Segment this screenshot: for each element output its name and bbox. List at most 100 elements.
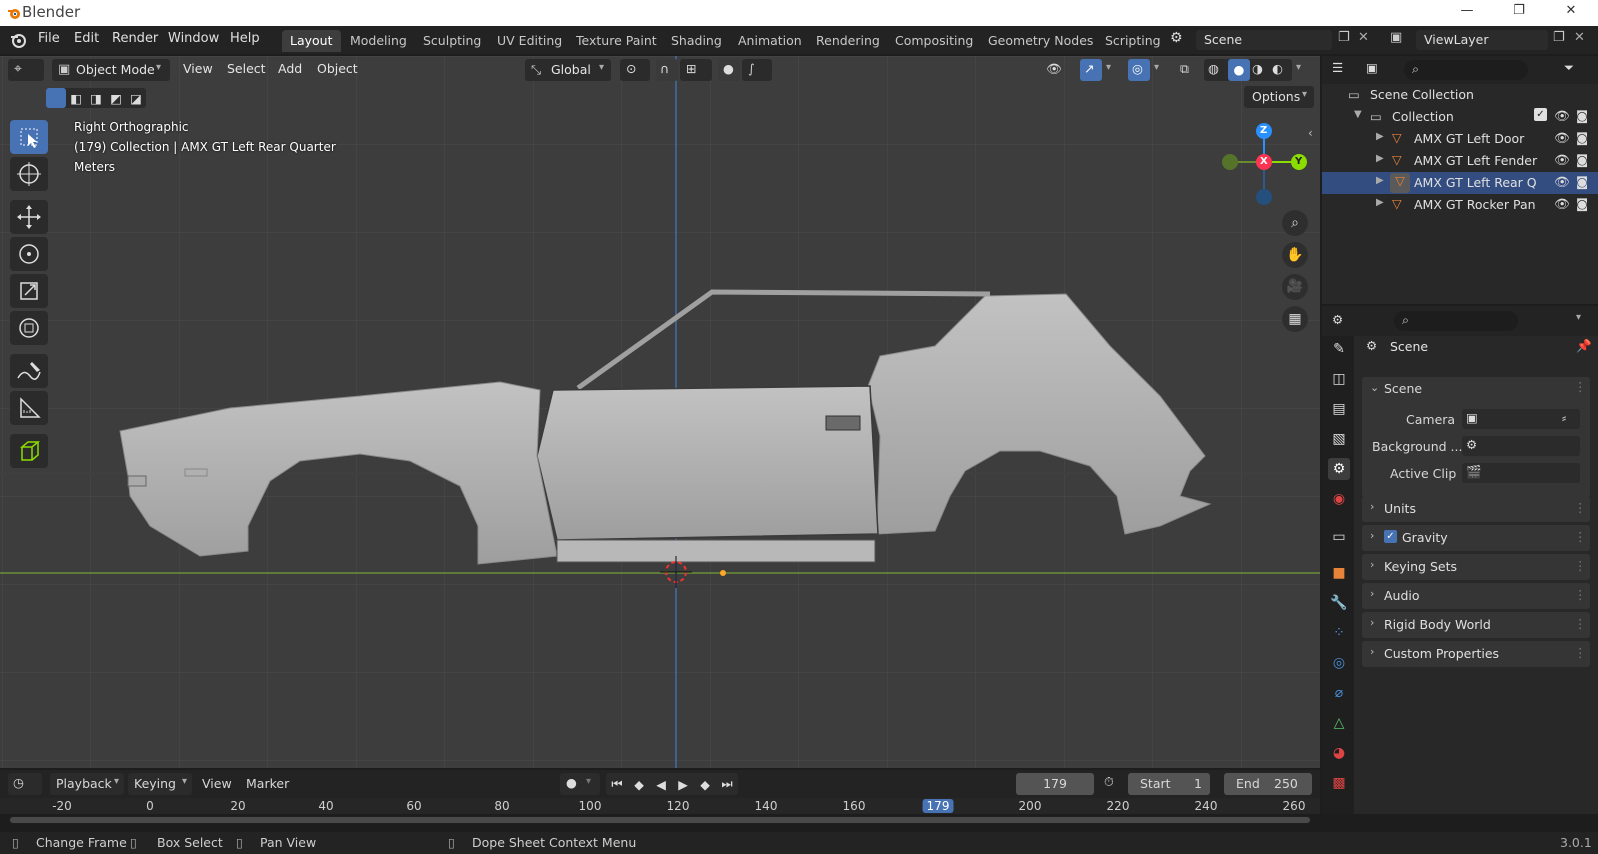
shading-mode-group[interactable]: ◍ ● ◑ ◐ [1204,59,1292,81]
navigation-gizmo[interactable] [1220,121,1320,221]
drag-handle-icon[interactable]: ⋮ [1574,587,1587,602]
grid-ortho-icon[interactable]: ▦ [1282,306,1308,332]
select-subtract-icon[interactable]: ◨ [86,91,106,106]
next-keyframe-icon[interactable]: ◆ [694,777,716,792]
pan-hand-icon[interactable]: ✋ [1282,242,1308,268]
tool-annotate[interactable] [10,354,48,388]
jump-start-icon[interactable]: ⏮ [606,776,628,792]
restore-button[interactable]: ❐ [1496,3,1542,23]
rigid-body-world-panel[interactable]: › Rigid Body World ⋮ [1362,612,1590,638]
outliner-object-left-fender[interactable]: ▶ ▽ AMX GT Left Fender 👁 ◙ [1322,150,1598,172]
display-mode-icon[interactable]: ▣ [1366,60,1378,75]
background-field[interactable]: ⚙ [1462,436,1580,456]
zoom-icon[interactable]: ⌕ [1282,210,1308,236]
new-scene-icon[interactable]: ❐ [1338,30,1350,45]
viewlayer-selector[interactable]: ViewLayer [1416,30,1548,50]
active-clip-field[interactable]: 🎬 [1462,463,1580,483]
outliner-collection[interactable]: ▼ ▭ Collection ✓ 👁 ◙ [1322,106,1598,128]
rendered-icon[interactable]: ◐ [1272,61,1283,76]
pivot-point-button[interactable]: ⊙ [620,59,650,81]
playhead-frame[interactable]: 179 [922,799,954,813]
data-tab-icon[interactable]: △ [1328,712,1350,734]
close-window-button[interactable]: ✕ [1548,3,1594,23]
remove-viewlayer-icon[interactable]: ✕ [1574,30,1585,45]
snap-toggle[interactable]: ∩ [656,59,678,81]
camera-view-icon[interactable]: 🎥 [1282,274,1308,300]
start-frame-field[interactable]: Start 1 [1128,773,1210,795]
camera-field[interactable]: ▣ ⸗ [1462,409,1580,429]
gravity-checkbox[interactable]: ✓ [1384,530,1397,543]
scene-tab-icon[interactable]: ⚙ [1328,458,1350,480]
menu-file[interactable]: File [38,31,60,46]
filter-icon[interactable]: ⏷ [1564,60,1574,76]
render-camera-icon[interactable]: ◙ [1576,152,1588,167]
gizmo-dropdown[interactable]: ▾ [1104,59,1118,81]
keying-sets-panel[interactable]: › Keying Sets ⋮ [1362,554,1590,580]
tool-select-box[interactable] [10,120,48,154]
gravity-panel[interactable]: › ✓ Gravity ⋮ [1362,525,1590,551]
prev-keyframe-icon[interactable]: ◆ [628,777,650,792]
audio-panel[interactable]: › Audio ⋮ [1362,583,1590,609]
remove-scene-icon[interactable]: ✕ [1358,30,1369,45]
options-dropdown[interactable]: Options ▾ [1244,86,1314,108]
constraints-tab-icon[interactable]: ⌀ [1328,682,1350,704]
drag-handle-icon[interactable]: ⋮ [1574,529,1587,544]
outliner-search-input[interactable]: ⌕ [1404,60,1528,80]
editor-type-button[interactable]: ⌖ [8,59,44,81]
wireframe-icon[interactable]: ◍ [1208,61,1219,76]
tool-move[interactable] [10,200,48,234]
menu-render[interactable]: Render [112,31,158,46]
visibility-filter-button[interactable]: 👁 [1042,59,1074,81]
drag-handle-icon[interactable]: ⋮ [1574,558,1587,573]
properties-editor-icon[interactable]: ⚙ [1332,312,1343,327]
keying-dropdown[interactable]: Keying ▾ [128,773,192,795]
timeline-ruler[interactable]: -20 0 20 40 60 80 100 120 140 160 179 20… [0,798,1320,814]
sidebar-toggle-icon[interactable]: ‹ [1308,126,1313,140]
mode-dropdown[interactable]: ▣ Object Mode ▾ [52,59,170,81]
select-new-icon[interactable] [46,88,66,108]
outliner-editor-icon[interactable]: ☰ [1332,60,1343,75]
play-reverse-icon[interactable]: ◀ [650,777,672,792]
minimize-button[interactable]: — [1444,3,1490,23]
drag-handle-icon[interactable]: ⋮ [1574,645,1587,660]
auto-keying-toggle[interactable]: ● ▾ [560,773,600,795]
scene-icon[interactable]: ⚙ [1170,30,1192,50]
tab-sculpting[interactable]: Sculpting [415,30,489,52]
expand-arrow-icon[interactable]: ▶ [1376,175,1384,186]
object-tab-icon[interactable]: ■ [1328,562,1350,584]
eye-icon[interactable]: 👁 [1554,196,1570,212]
drag-handle-icon[interactable]: ⋮ [1574,616,1587,631]
drag-handle-icon[interactable]: ⋮ [1574,500,1587,515]
render-tab-icon[interactable]: ◫ [1328,368,1350,390]
timeline-menu-marker[interactable]: Marker [246,776,289,791]
eye-icon[interactable]: 👁 [1554,152,1570,168]
jump-end-icon[interactable]: ⏭ [716,776,738,792]
proportional-edit-toggle[interactable]: ● [718,59,740,81]
menu-view[interactable]: View [183,61,213,76]
stopwatch-icon[interactable]: ⏱ [1104,774,1114,790]
tab-shading[interactable]: Shading [663,30,730,52]
menu-edit[interactable]: Edit [74,31,99,46]
tool-tab-icon[interactable]: ✎ [1328,338,1350,360]
tool-measure[interactable] [10,391,48,425]
snap-target-button[interactable]: ⊞ [680,59,712,81]
eye-icon[interactable]: 👁 [1554,174,1570,190]
menu-help[interactable]: Help [230,31,260,46]
viewlayer-icon[interactable]: ▣ [1390,30,1402,45]
tab-texture-paint[interactable]: Texture Paint [568,30,665,52]
tab-compositing[interactable]: Compositing [887,30,981,52]
overlay-toggle[interactable]: ◎ [1128,59,1150,81]
outliner-object-rocker-pan[interactable]: ▶ ▽ AMX GT Rocker Pan 👁 ◙ [1322,194,1598,216]
pin-icon[interactable]: 📌 [1576,338,1592,354]
eye-icon[interactable]: 👁 [1554,108,1570,124]
tool-transform[interactable] [10,311,48,345]
collection-tab-icon[interactable]: ▭ [1328,526,1350,548]
outliner-object-left-rear-q[interactable]: ▶ ▽ AMX GT Left Rear Q 👁 ◙ [1322,172,1598,194]
menu-select[interactable]: Select [227,61,266,76]
tool-scale[interactable] [10,274,48,308]
render-camera-icon[interactable]: ◙ [1576,174,1588,189]
tool-cursor[interactable] [10,157,48,191]
material-tab-icon[interactable]: ◕ [1328,742,1350,764]
transform-orientation-dropdown[interactable]: ⤡ Global ▾ [525,59,611,81]
render-camera-icon[interactable]: ◙ [1576,196,1588,211]
